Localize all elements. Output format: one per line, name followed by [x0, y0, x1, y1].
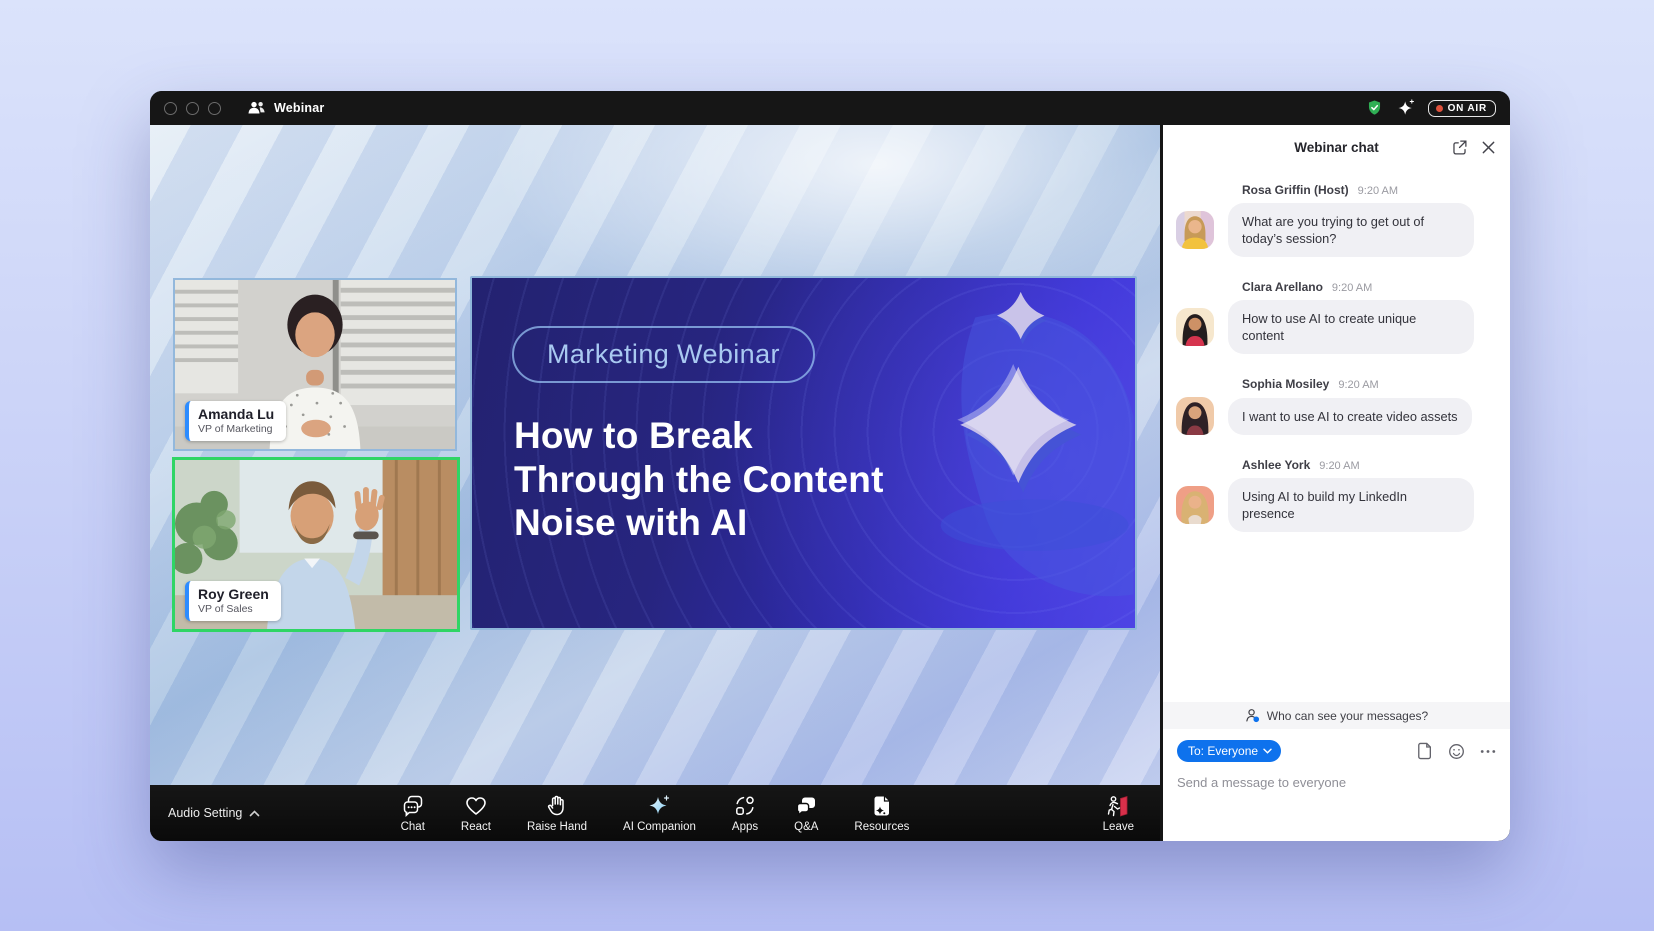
toolbar-label: Q&A	[794, 821, 818, 833]
message-input[interactable]	[1177, 775, 1496, 790]
control-toolbar: Audio Setting Chat	[150, 785, 1160, 841]
window-controls	[164, 102, 221, 115]
pop-out-icon[interactable]	[1451, 139, 1468, 156]
chevron-up-icon	[249, 810, 260, 817]
security-shield-icon[interactable]	[1365, 98, 1384, 118]
toolbar-button-chat[interactable]: Chat	[401, 794, 425, 833]
heart-icon	[464, 794, 488, 818]
toolbar-button-resources[interactable]: Resources	[854, 794, 909, 833]
emoji-icon[interactable]	[1448, 743, 1465, 760]
chat-message: Ashlee York 9:20 AM Using AI to build my…	[1176, 458, 1494, 532]
message-sender: Clara Arellano	[1242, 280, 1323, 294]
chat-message: Rosa Griffin (Host) 9:20 AM What are you…	[1176, 183, 1494, 257]
file-icon[interactable]	[1417, 742, 1433, 760]
avatar-clara	[1176, 308, 1214, 346]
window-control-close[interactable]	[164, 102, 177, 115]
speaker-role: VP of Sales	[198, 603, 269, 616]
slide-3d-shapes	[855, 278, 1135, 628]
slide-title: How to Break Through the Content Noise w…	[514, 414, 884, 545]
slide-title-line: How to Break	[514, 414, 884, 458]
message-bubble: How to use AI to create unique content	[1228, 300, 1474, 354]
window-control-minimize[interactable]	[186, 102, 199, 115]
webinar-window: Webinar ON AIR	[150, 91, 1510, 841]
chat-message-list[interactable]: Rosa Griffin (Host) 9:20 AM What are you…	[1163, 169, 1510, 702]
more-options-icon[interactable]	[1480, 749, 1496, 754]
toolbar-button-ai-companion[interactable]: AI Companion	[623, 794, 696, 833]
video-tile-amanda[interactable]: Amanda Lu VP of Marketing	[173, 278, 457, 451]
toolbar-button-apps[interactable]: Apps	[732, 794, 758, 833]
avatar-ashlee	[1176, 486, 1214, 524]
message-time: 9:20 AM	[1332, 282, 1372, 294]
chevron-down-icon	[1263, 748, 1272, 754]
message-sender: Ashlee York	[1242, 458, 1310, 472]
close-icon[interactable]	[1481, 140, 1496, 155]
raised-hand-icon	[545, 794, 569, 818]
privacy-notice[interactable]: Who can see your messages?	[1163, 702, 1510, 729]
on-air-label: ON AIR	[1448, 103, 1487, 114]
chat-bubble-icon	[401, 794, 425, 818]
apps-icon	[733, 794, 757, 818]
app-title: Webinar	[247, 100, 325, 116]
chat-header: Webinar chat	[1163, 125, 1510, 169]
message-sender: Sophia Mosiley	[1242, 377, 1329, 391]
toolbar-button-react[interactable]: React	[461, 794, 491, 833]
desktop: { "window": { "title": "Webinar", "on_ai…	[0, 0, 1654, 931]
slide-title-line: Noise with AI	[514, 501, 884, 545]
on-air-dot	[1436, 105, 1443, 112]
toolbar-label: Chat	[401, 821, 425, 833]
document-sparkle-icon	[870, 794, 894, 818]
avatar-rosa	[1176, 211, 1214, 249]
speaker-name: Roy Green	[198, 586, 269, 603]
slide-badge: Marketing Webinar	[512, 326, 815, 383]
speaker-name: Amanda Lu	[198, 406, 274, 423]
title-bar: Webinar ON AIR	[150, 91, 1510, 125]
recipient-selector[interactable]: To: Everyone	[1177, 740, 1281, 762]
message-bubble: Using AI to build my LinkedIn presence	[1228, 478, 1474, 532]
leave-button[interactable]: Leave	[1103, 794, 1134, 833]
speaker-label-amanda: Amanda Lu VP of Marketing	[185, 401, 286, 441]
window-control-zoom[interactable]	[208, 102, 221, 115]
toolbar-label: Resources	[854, 821, 909, 833]
toolbar-button-qa[interactable]: Q&A	[794, 794, 818, 833]
message-bubble: I want to use AI to create video assets	[1228, 398, 1472, 435]
message-sender: Rosa Griffin (Host)	[1242, 183, 1349, 197]
chat-panel: Webinar chat Rosa Griffin (Host) 9:20 A	[1163, 125, 1510, 841]
chat-message: Clara Arellano 9:20 AM How to use AI to …	[1176, 280, 1494, 354]
message-time: 9:20 AM	[1358, 185, 1398, 197]
chat-footer: Who can see your messages? To: Everyone	[1163, 702, 1510, 841]
chat-message: Sophia Mosiley 9:20 AM I want to use AI …	[1176, 377, 1494, 435]
compose-area: To: Everyone	[1163, 729, 1510, 841]
toolbar-label: AI Companion	[623, 821, 696, 833]
slide-title-line: Through the Content	[514, 458, 884, 502]
person-blue-dot-icon	[1245, 708, 1260, 723]
qa-bubbles-icon	[794, 794, 818, 818]
video-tile-roy[interactable]: Roy Green VP of Sales	[172, 457, 460, 632]
presentation-slide: Marketing Webinar How to Break Through t…	[470, 276, 1137, 630]
ai-sparkle-icon[interactable]	[1396, 98, 1416, 118]
window-title: Webinar	[274, 101, 325, 115]
leave-door-icon	[1105, 794, 1131, 818]
toolbar-label: Apps	[732, 821, 758, 833]
message-time: 9:20 AM	[1338, 379, 1378, 391]
speaker-label-roy: Roy Green VP of Sales	[185, 581, 281, 621]
on-air-badge: ON AIR	[1428, 100, 1496, 117]
toolbar-label: React	[461, 821, 491, 833]
audio-setting-label: Audio Setting	[168, 806, 242, 820]
speaker-role: VP of Marketing	[198, 423, 274, 436]
message-time: 9:20 AM	[1319, 460, 1359, 472]
video-stage: Amanda Lu VP of Marketing	[150, 125, 1160, 785]
avatar-sophia	[1176, 397, 1214, 435]
toolbar-button-raise-hand[interactable]: Raise Hand	[527, 794, 587, 833]
audio-setting-button[interactable]: Audio Setting	[168, 806, 260, 820]
toolbar-label: Raise Hand	[527, 821, 587, 833]
privacy-notice-text: Who can see your messages?	[1267, 709, 1428, 723]
recipient-label: To: Everyone	[1188, 744, 1258, 758]
ai-companion-sparkle-icon	[646, 794, 672, 818]
chat-title: Webinar chat	[1294, 140, 1379, 155]
message-bubble: What are you trying to get out of today’…	[1228, 203, 1474, 257]
participants-group-icon	[247, 100, 266, 116]
leave-label: Leave	[1103, 821, 1134, 833]
